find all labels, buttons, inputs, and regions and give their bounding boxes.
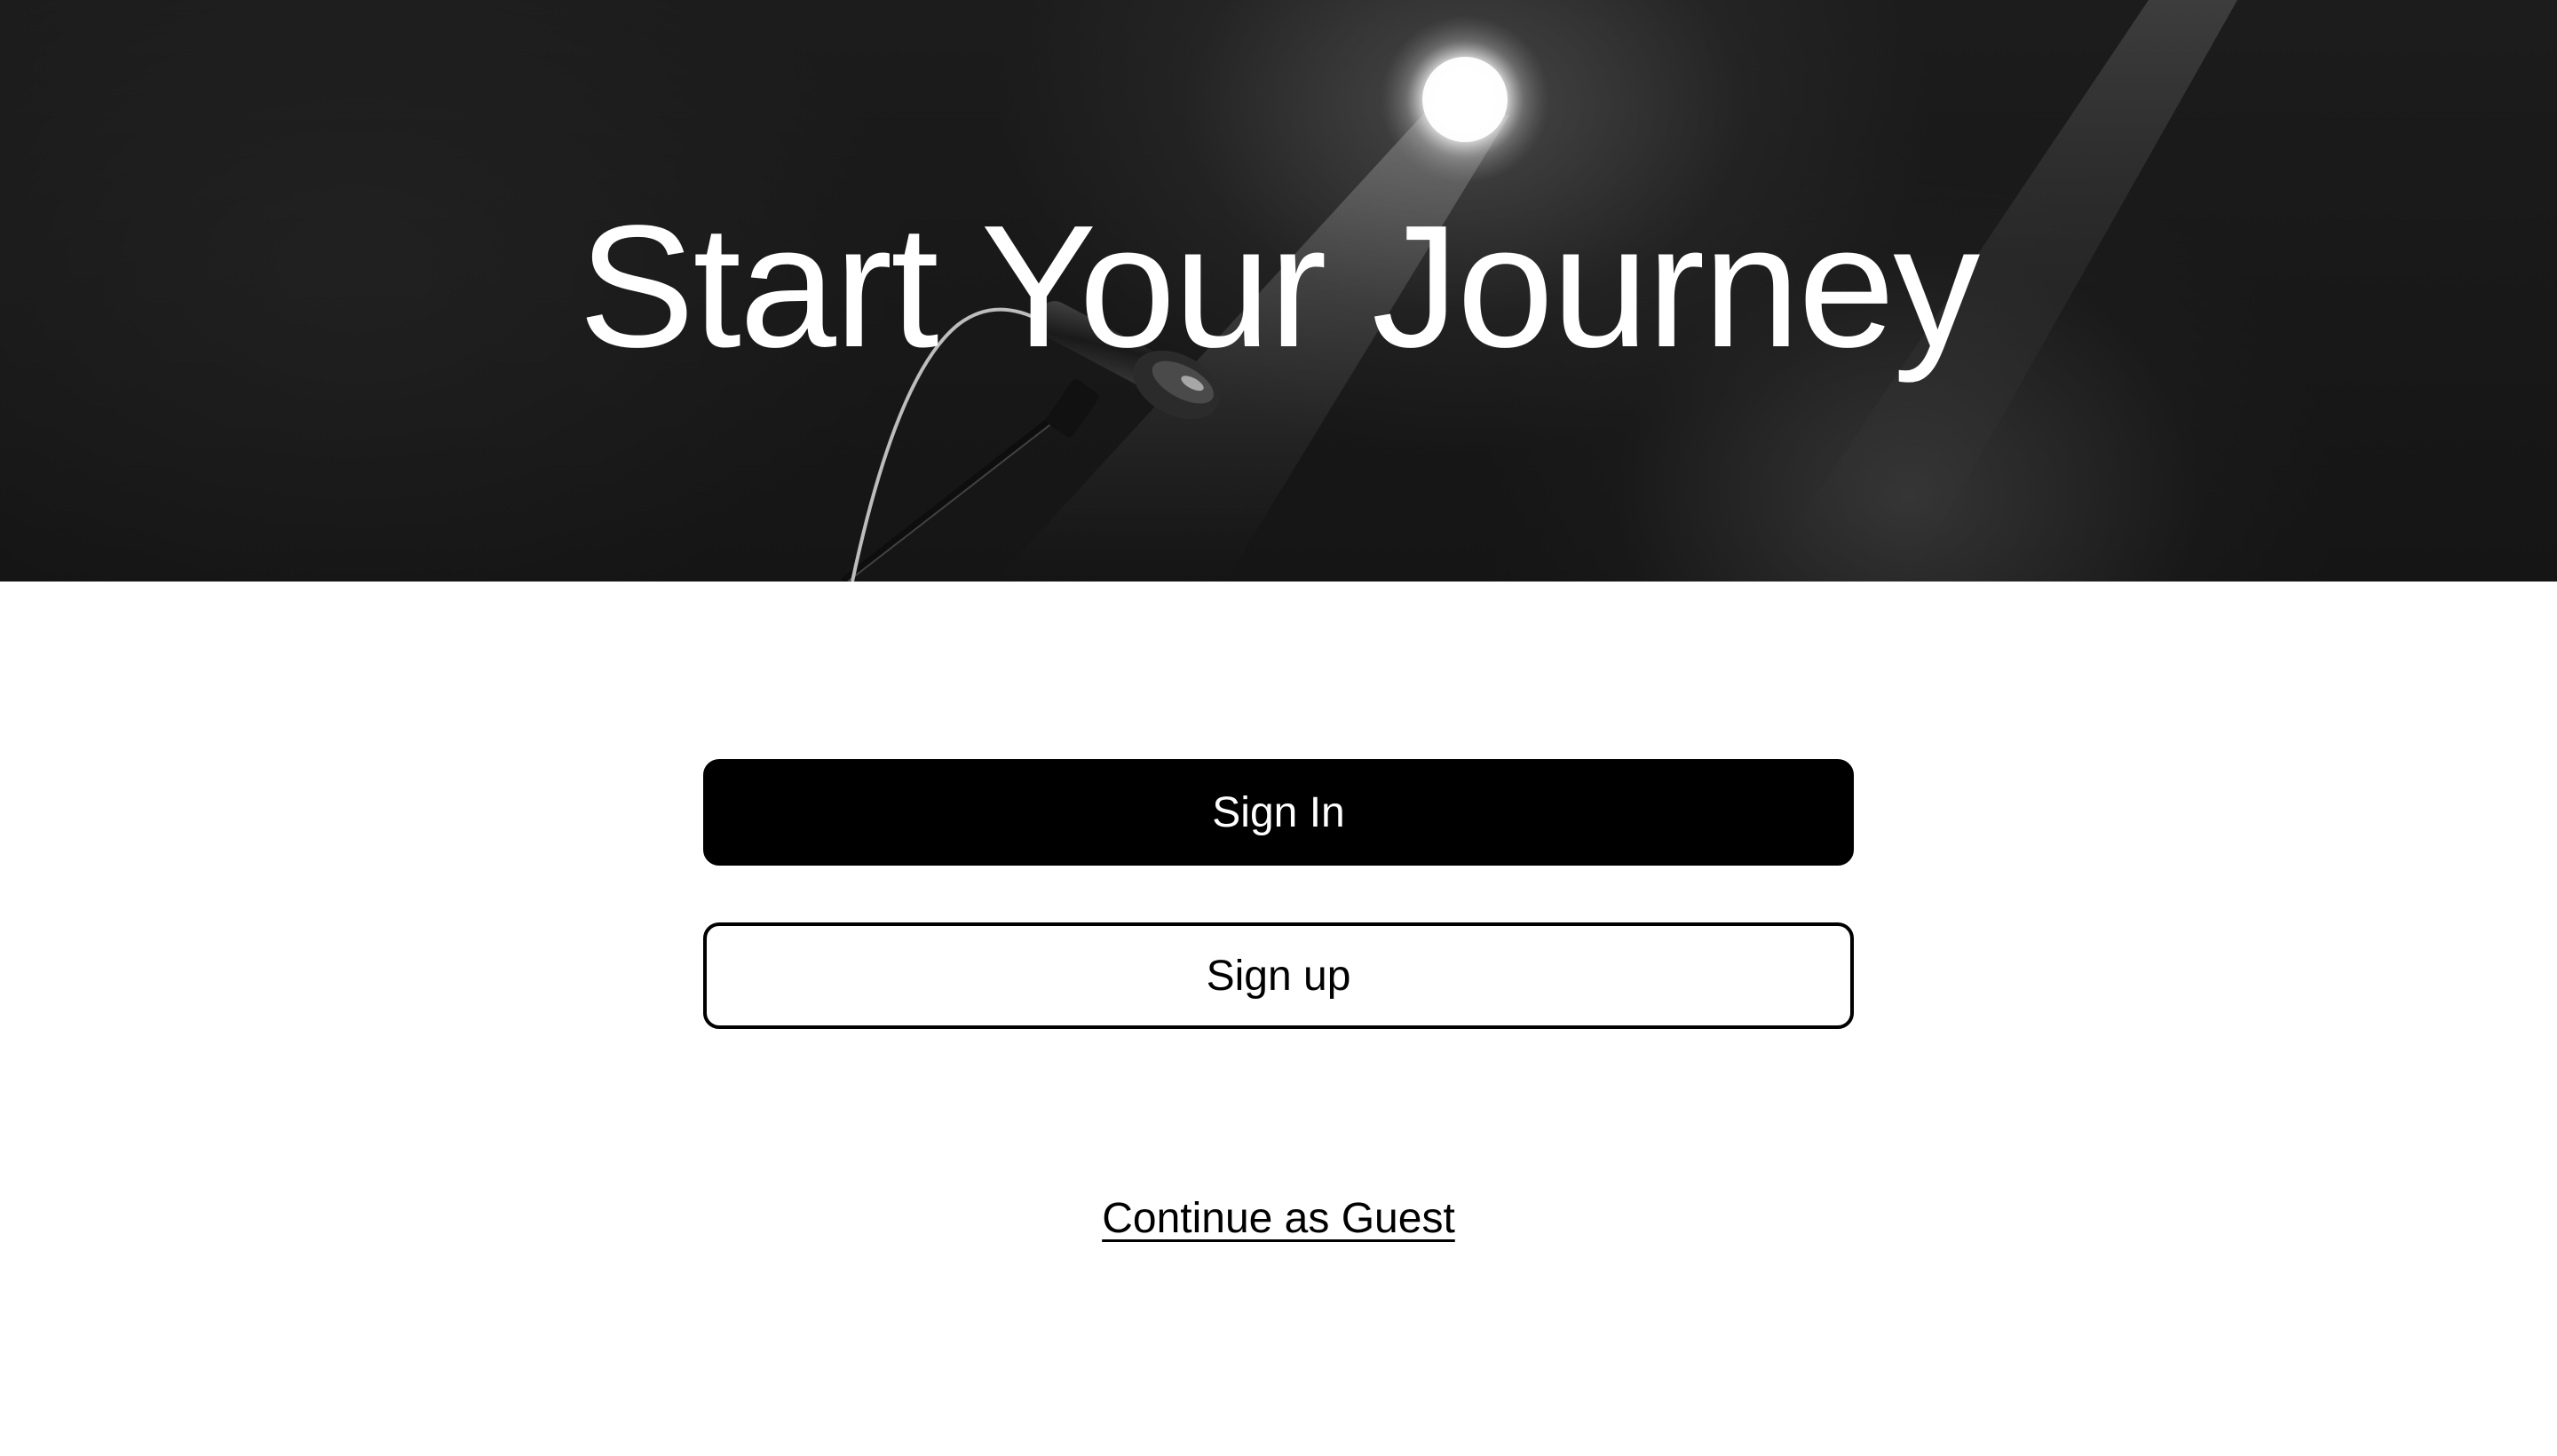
sign-up-label: Sign up bbox=[1206, 952, 1351, 1000]
page-title: Start Your Journey bbox=[578, 189, 1981, 384]
sign-in-button[interactable]: Sign In bbox=[703, 759, 1854, 866]
hero-banner: Start Your Journey bbox=[0, 0, 2557, 582]
sign-in-label: Sign In bbox=[1212, 788, 1345, 836]
sign-up-button[interactable]: Sign up bbox=[703, 922, 1854, 1029]
guest-link-container: Continue as Guest bbox=[0, 1194, 2557, 1243]
continue-as-guest-link[interactable]: Continue as Guest bbox=[1102, 1195, 1455, 1242]
